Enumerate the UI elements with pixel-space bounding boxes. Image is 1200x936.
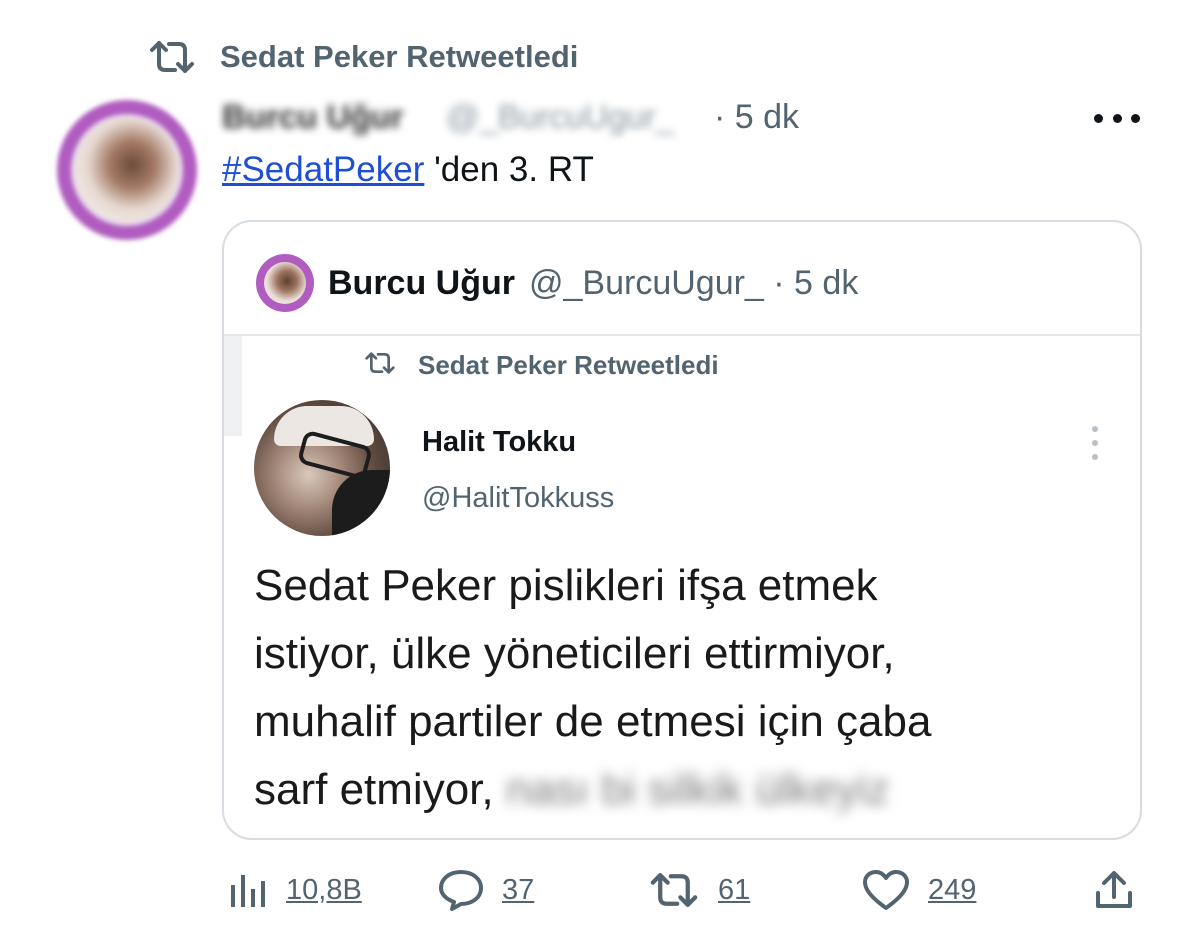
screenshot-edge bbox=[224, 336, 242, 436]
embedded-retweet-context: Sedat Peker Retweetledi bbox=[364, 348, 719, 382]
embedded-text-line: Sedat Peker pislikleri ifşa etmek bbox=[254, 561, 878, 610]
quoted-tweet-card[interactable]: Burcu Uğur @_BurcuUgur_ · 5 dk Sedat Pek… bbox=[222, 220, 1142, 840]
heart-icon bbox=[862, 869, 910, 911]
avatar-photo bbox=[71, 114, 183, 226]
tweet-text: #SedatPeker 'den 3. RT bbox=[222, 150, 594, 190]
quoted-avatar bbox=[256, 254, 314, 312]
hashtag-link[interactable]: #SedatPeker bbox=[222, 150, 424, 189]
author-handle[interactable]: @_BurcuUgur_ bbox=[446, 98, 708, 136]
like-button[interactable]: 249 bbox=[862, 860, 976, 920]
reply-count: 37 bbox=[502, 873, 535, 906]
retweet-context[interactable]: Sedat Peker Retweetledi bbox=[148, 36, 578, 78]
retweet-count: 61 bbox=[718, 873, 751, 906]
embedded-more-icon bbox=[1090, 426, 1100, 460]
embedded-text-line-cut: len. bbox=[254, 824, 1114, 838]
tweet-screen: Sedat Peker Retweetledi Burcu Uğur @_Bur… bbox=[0, 0, 1200, 936]
avatar[interactable] bbox=[57, 100, 197, 240]
embedded-text-line: istiyor, ülke yöneticileri ettirmiyor, bbox=[254, 629, 895, 678]
retweet-icon bbox=[148, 40, 196, 74]
tweet-text-rest: 'den 3. RT bbox=[424, 150, 594, 189]
embedded-text-line: muhalif partiler de etmesi için çaba bbox=[254, 697, 932, 746]
reply-icon bbox=[438, 869, 484, 911]
views-chart-icon bbox=[228, 871, 268, 909]
like-count: 249 bbox=[928, 873, 977, 906]
views-count: 10,8B bbox=[286, 873, 362, 906]
embedded-author-name: Halit Tokku bbox=[422, 426, 577, 458]
embedded-retweet-label: Sedat Peker Retweetledi bbox=[418, 349, 719, 380]
divider bbox=[224, 334, 1140, 336]
quoted-tweet-header: Burcu Uğur @_BurcuUgur_ · 5 dk bbox=[256, 254, 859, 312]
embedded-tweet-text: Sedat Peker pislikleri ifşa etmek istiyo… bbox=[254, 552, 1114, 838]
retweet-button[interactable]: 61 bbox=[648, 860, 750, 920]
embedded-author-handle: @HalitTokkuss bbox=[422, 482, 615, 514]
more-options-icon[interactable] bbox=[1094, 108, 1140, 128]
retweet-icon bbox=[648, 872, 700, 908]
embedded-text-line: sarf etmiyor, nası bi silkik ülkeyiz bbox=[254, 756, 1114, 824]
share-icon bbox=[1094, 869, 1134, 911]
share-button[interactable] bbox=[1094, 860, 1134, 920]
retweet-icon bbox=[364, 351, 396, 380]
embedded-text-line-start: sarf etmiyor, bbox=[254, 765, 506, 814]
author-name[interactable]: Burcu Uğur bbox=[222, 98, 432, 136]
quoted-author-name: Burcu Uğur bbox=[328, 263, 515, 302]
views-button[interactable]: 10,8B bbox=[228, 860, 362, 920]
action-bar: 10,8B 37 61 249 bbox=[0, 860, 1200, 920]
reply-button[interactable]: 37 bbox=[438, 860, 534, 920]
blurred-text: nası bi silkik ülkeyiz bbox=[505, 765, 890, 814]
retweet-context-label: Sedat Peker Retweetledi bbox=[220, 39, 579, 74]
embedded-avatar bbox=[254, 400, 390, 536]
tweet-time[interactable]: · 5 dk bbox=[714, 98, 799, 137]
quoted-author-handle: @_BurcuUgur_ · 5 dk bbox=[529, 263, 859, 302]
